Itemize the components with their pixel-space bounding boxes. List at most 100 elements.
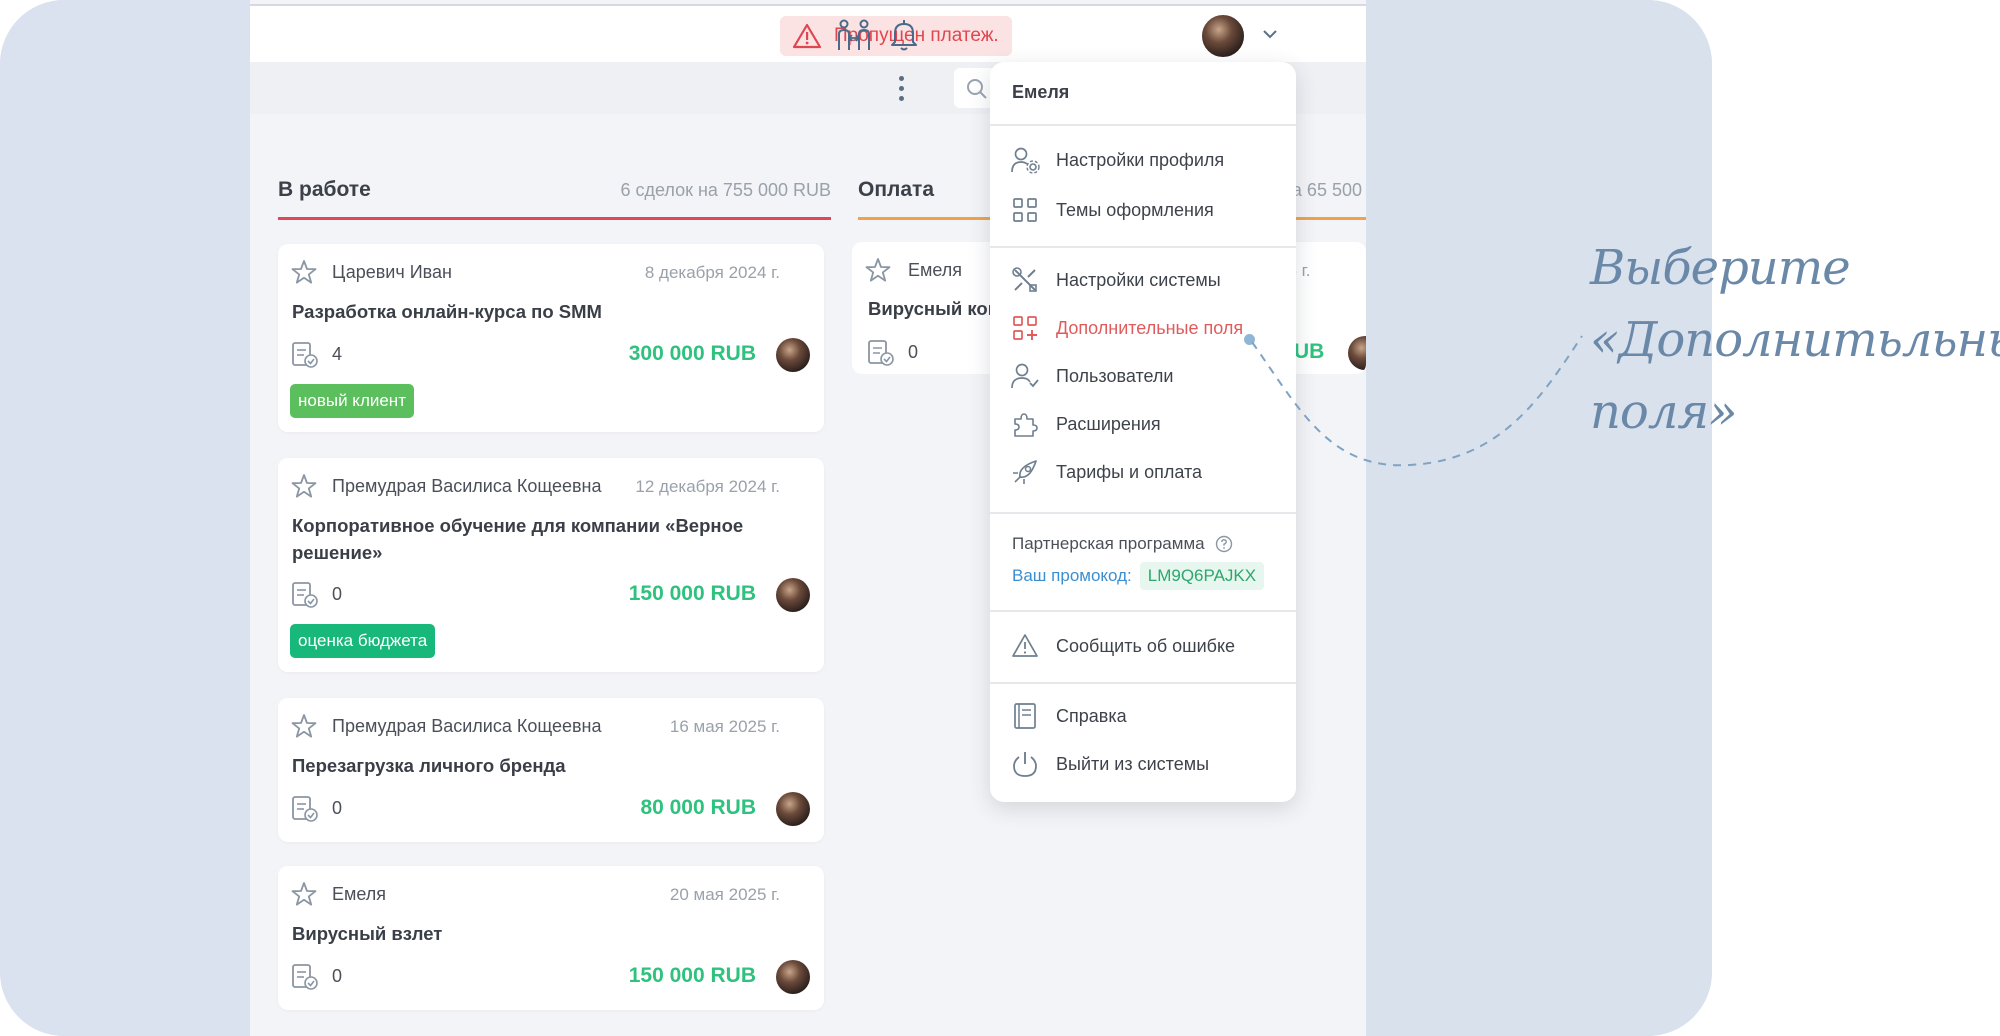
grid-icon — [1013, 198, 1037, 222]
deal-amount: 300 000 RUB — [628, 342, 756, 365]
menu-item-label: Дополнительные поля — [1056, 317, 1244, 338]
assignee-avatar — [776, 792, 810, 826]
deal-date: 8 декабря 2024 г. — [644, 263, 780, 282]
client-name: Емеля — [332, 884, 387, 904]
deal-title: Вирусный кон — [868, 298, 999, 319]
tasks-count: 0 — [332, 798, 343, 818]
deal-tag[interactable]: оценка бюджета — [290, 624, 436, 658]
partner-program[interactable]: Партнерская программа — [1012, 534, 1233, 554]
star-icon[interactable] — [290, 712, 318, 740]
pointer-dot — [1244, 334, 1255, 345]
assignee-avatar — [776, 338, 810, 372]
menu-item-label: Сообщить об ошибке — [1056, 635, 1236, 656]
partner-program-label: Партнерская программа — [1012, 534, 1205, 553]
deal-amount: 150 000 RUB — [628, 964, 756, 987]
rocket-icon — [1013, 460, 1037, 484]
user-avatar[interactable] — [1200, 13, 1246, 59]
top-bar: Пропущен платеж. — [250, 4, 1366, 62]
client-name: Премудрая Василиса Кощеевна — [332, 476, 602, 496]
client-name: Премудрая Василиса Кощеевна — [332, 716, 602, 736]
deal-title: Корпоративное обучение для компании «Вер… — [292, 515, 744, 563]
assignee-avatar — [776, 578, 810, 612]
more-vertical-icon[interactable] — [898, 76, 906, 104]
menu-item-help[interactable]: Справка — [1010, 700, 1127, 732]
team-icon[interactable] — [836, 18, 872, 52]
tasks-doc-icon — [292, 964, 318, 990]
menu-item-extensions[interactable]: Расширения — [1010, 408, 1161, 440]
menu-item-label: Темы оформления — [1056, 199, 1214, 220]
menu-item-additional-fields[interactable]: Дополнительные поля — [1010, 312, 1243, 344]
menu-divider — [990, 610, 1296, 612]
deal-amount: 80 000 RUB — [640, 796, 756, 819]
tasks-count: 0 — [332, 966, 343, 986]
deal-card[interactable]: Емеля 20 мая 2025 г. Вирусный взлет 0 15… — [278, 866, 824, 1010]
promo-code-row: Ваш промокод: LM9Q6PAJKX — [1012, 562, 1265, 590]
menu-item-label: Выйти из системы — [1056, 753, 1210, 774]
deal-date: 12 декабря 2024 г. — [635, 477, 780, 496]
star-icon[interactable] — [290, 880, 318, 908]
book-icon — [1014, 703, 1036, 729]
tasks-count: 4 — [332, 344, 343, 364]
instruction-hint: Выберите «Дополнитьльные поля» — [1590, 232, 2000, 448]
deal-date: 16 мая 2025 г. — [669, 717, 780, 736]
menu-item-profile-settings[interactable]: Настройки профиля — [1010, 144, 1224, 176]
frame-left-margin — [0, 0, 250, 1036]
menu-item-label: Тарифы и оплата — [1056, 461, 1202, 482]
tasks-count: 0 — [908, 342, 919, 362]
hint-line: поля» — [1590, 384, 1738, 440]
menu-item-system-settings[interactable]: Настройки системы — [1010, 264, 1221, 296]
promo-code[interactable]: LM9Q6PAJKX — [1139, 562, 1265, 590]
puzzle-icon — [1014, 413, 1038, 437]
tasks-doc-icon — [868, 340, 894, 366]
deal-amount: UB — [1294, 340, 1325, 363]
deal-card[interactable]: Премудрая Василиса Кощеевна 16 мая 2025 … — [278, 698, 824, 842]
column-title: В работе — [278, 178, 371, 201]
menu-item-themes[interactable]: Темы оформления — [1010, 194, 1214, 226]
menu-item-label: Справка — [1056, 705, 1127, 726]
menu-divider — [990, 512, 1296, 514]
menu-item-label: Расширения — [1056, 413, 1161, 434]
menu-item-report-bug[interactable]: Сообщить об ошибке — [1010, 630, 1235, 662]
menu-item-label: Настройки профиля — [1056, 149, 1225, 170]
tasks-count: 0 — [332, 584, 343, 604]
assignee-avatar — [1348, 336, 1366, 370]
frame-right-margin — [1366, 0, 1712, 1036]
menu-item-users[interactable]: Пользователи — [1010, 360, 1173, 392]
column-summary: 6 сделок на 755 000 RUB — [620, 180, 831, 200]
menu-divider — [990, 246, 1296, 248]
star-icon[interactable] — [864, 256, 892, 284]
chevron-down-icon[interactable] — [1262, 28, 1278, 40]
column-title: Оплата — [858, 178, 935, 201]
warning-triangle-icon — [792, 23, 822, 49]
bell-icon[interactable] — [888, 18, 920, 52]
deal-date: 20 мая 2025 г. — [669, 885, 780, 904]
power-icon — [1013, 752, 1037, 777]
star-icon[interactable] — [290, 258, 318, 286]
client-name: Емеля — [908, 260, 963, 280]
deal-amount: 150 000 RUB — [628, 582, 756, 605]
users-check-icon — [1011, 363, 1039, 389]
deal-card[interactable]: Премудрая Василиса Кощеевна 12 декабря 2… — [278, 458, 824, 672]
deal-card[interactable]: Царевич Иван 8 декабря 2024 г. Разработк… — [278, 244, 824, 432]
warning-icon — [1012, 634, 1038, 657]
assignee-avatar — [776, 960, 810, 994]
add-fields-icon — [1013, 316, 1037, 340]
user-menu-dropdown: Емеля Настройки профиля Темы оформления … — [990, 62, 1296, 802]
deal-title: Вирусный взлет — [292, 923, 443, 944]
deal-tag[interactable]: новый клиент — [290, 384, 414, 418]
column-header-in-progress: В работе 6 сделок на 755 000 RUB — [278, 172, 831, 220]
help-circle-icon[interactable] — [1215, 535, 1233, 553]
search-icon — [967, 79, 987, 99]
menu-item-label: Настройки системы — [1056, 269, 1221, 290]
hint-line: «Дополнитьльные — [1590, 312, 2000, 368]
promo-label: Ваш промокод: — [1012, 566, 1132, 585]
star-icon[interactable] — [290, 472, 318, 500]
deal-title: Перезагрузка личного бренда — [292, 755, 566, 776]
client-name: Царевич Иван — [332, 262, 452, 282]
tasks-doc-icon — [292, 796, 318, 822]
tasks-doc-icon — [292, 582, 318, 608]
hint-line: Выберите — [1590, 240, 1851, 296]
menu-item-logout[interactable]: Выйти из системы — [1010, 748, 1209, 780]
menu-item-tariffs[interactable]: Тарифы и оплата — [1010, 456, 1202, 488]
deal-title: Разработка онлайн-курса по SMM — [292, 301, 602, 322]
